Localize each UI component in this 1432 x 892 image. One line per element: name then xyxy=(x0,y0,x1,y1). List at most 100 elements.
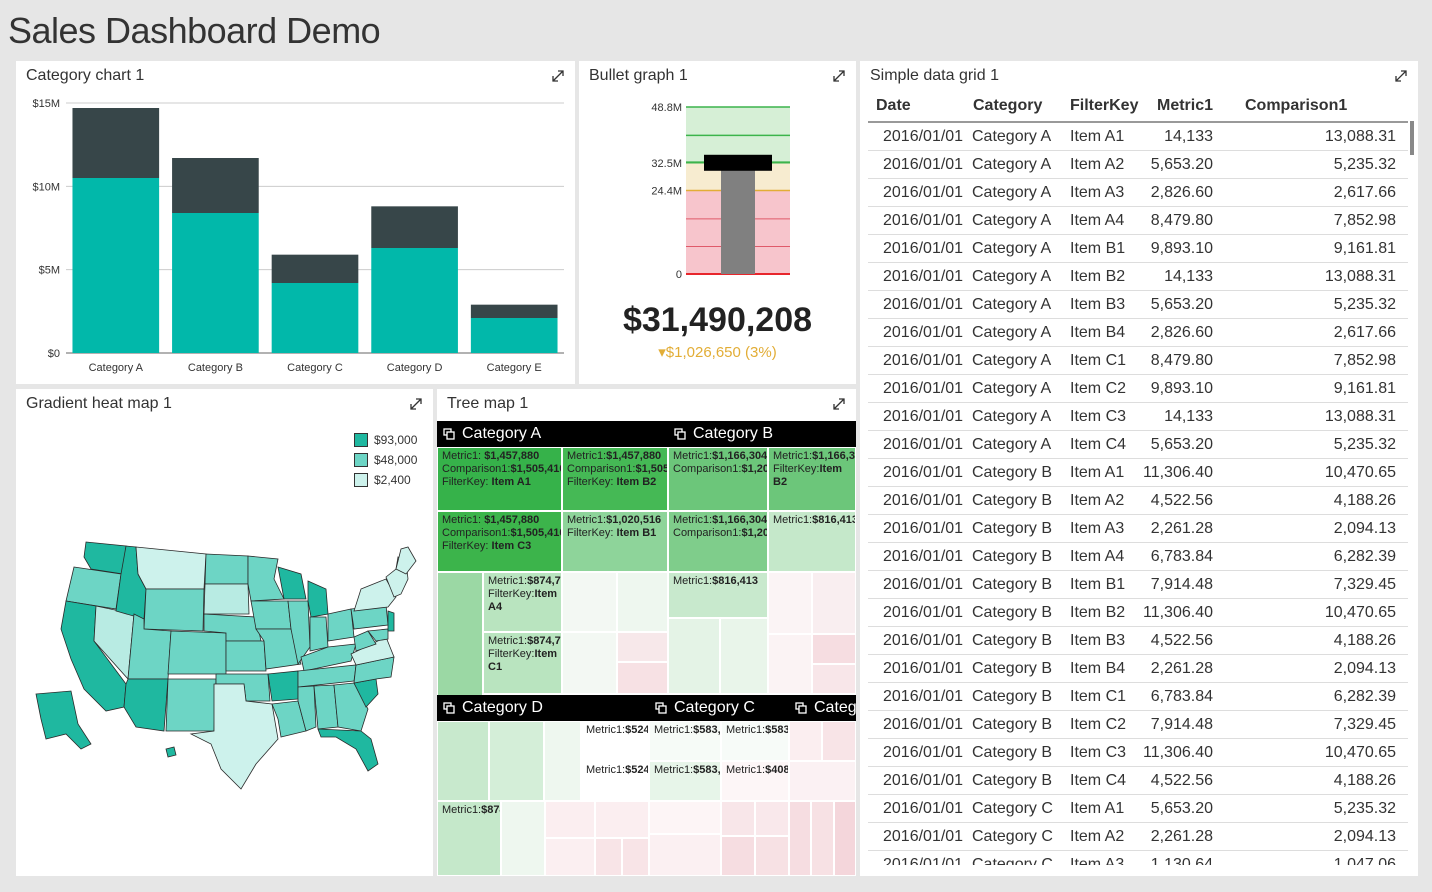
treemap-cell[interactable] xyxy=(721,836,755,876)
treemap-cell[interactable]: Metric1:$816,413 xyxy=(668,572,768,618)
treemap-cell[interactable]: Metric1: $1,457,880 Comparison1:$1,505,41… xyxy=(437,447,562,511)
table-row[interactable]: 2016/01/01 Category B Item A4 6,783.84 6,282… xyxy=(868,543,1408,571)
table-row[interactable]: 2016/01/01 Category C Item A1 5,653.20 5,235… xyxy=(868,795,1408,823)
treemap-cell[interactable] xyxy=(545,801,595,838)
treemap-cell[interactable] xyxy=(812,634,856,664)
treemap-cell[interactable]: Metric1:$1,020,516 FilterKey: Item B1 xyxy=(562,511,668,572)
treemap-cell[interactable]: Metric1:$874,728FilterKey:Item A4 xyxy=(483,572,562,632)
table-row[interactable]: 2016/01/01 Category A Item C4 5,653.20 5,235… xyxy=(868,431,1408,459)
table-row[interactable]: 2016/01/01 Category B Item C4 4,522.56 4,188… xyxy=(868,767,1408,795)
treemap-group-category-d[interactable]: Category D xyxy=(437,695,649,721)
treemap-cell[interactable]: Metric1:$1,457,880Comparison1:$1,505,410… xyxy=(562,447,668,511)
treemap-cell[interactable]: Metric1:$1,166,304Comparison1:$1,204,328 xyxy=(668,447,768,511)
treemap-group-category-c[interactable]: Category C xyxy=(649,695,789,721)
scrollbar[interactable] xyxy=(1410,121,1414,155)
treemap-cell[interactable]: Metric1:$874,728FilterKey:Item C1 xyxy=(483,632,562,694)
treemap-cell[interactable]: Metric1:$583,152 xyxy=(649,761,721,801)
treemap-cell[interactable]: Metric1:$583,152 xyxy=(721,721,789,761)
treemap-cell[interactable] xyxy=(489,721,544,801)
treemap-cell[interactable] xyxy=(834,801,856,876)
treemap-cell[interactable] xyxy=(720,618,768,694)
treemap-cell[interactable] xyxy=(544,721,581,801)
treemap-cell[interactable] xyxy=(811,801,834,876)
treemap-cell[interactable] xyxy=(437,721,489,801)
treemap-cell[interactable]: Metric1:$874,728 xyxy=(437,801,501,876)
cell-metric1: 5,653.20 xyxy=(1150,436,1213,453)
treemap-group-category-a[interactable]: Category A xyxy=(437,421,668,447)
table-row[interactable]: 2016/01/01 Category A Item C3 14,133 13,088.… xyxy=(868,403,1408,431)
table-row[interactable]: 2016/01/01 Category A Item B2 14,133 13,088.… xyxy=(868,263,1408,291)
table-row[interactable]: 2016/01/01 Category A Item A4 8,479.80 7,852… xyxy=(868,207,1408,235)
treemap-cell[interactable] xyxy=(562,632,617,694)
treemap-cell[interactable]: Metric1:$524,837 xyxy=(581,761,649,801)
treemap-cell[interactable] xyxy=(768,634,812,694)
table-row[interactable]: 2016/01/01 Category A Item B4 2,826.60 2,617… xyxy=(868,319,1408,347)
table-row[interactable]: 2016/01/01 Category B Item C1 6,783.84 6,282… xyxy=(868,683,1408,711)
table-row[interactable]: 2016/01/01 Category B Item B4 2,261.28 2,094… xyxy=(868,655,1408,683)
treemap-cell[interactable]: Metric1:$1,166,304FilterKey:Item B2 xyxy=(768,447,856,511)
cell-date: 2016/01/01 xyxy=(883,268,964,285)
table-row[interactable]: 2016/01/01 Category B Item C3 11,306.40 10,4… xyxy=(868,739,1408,767)
treemap-cell[interactable] xyxy=(545,838,595,876)
treemap-cell[interactable] xyxy=(617,572,668,632)
treemap-cell[interactable] xyxy=(595,838,622,876)
treemap-cell[interactable] xyxy=(595,801,649,838)
expand-icon[interactable] xyxy=(832,397,846,411)
treemap-cell[interactable] xyxy=(649,801,721,834)
treemap-cell[interactable] xyxy=(822,721,856,761)
table-row[interactable]: 2016/01/01 Category B Item A3 2,261.28 2,094… xyxy=(868,515,1408,543)
treemap-cell[interactable] xyxy=(812,664,856,694)
grid-body[interactable]: 2016/01/01 Category A Item A1 14,133 13,088.… xyxy=(868,121,1408,865)
treemap-cell[interactable]: Metric1:$583,152 xyxy=(649,721,721,761)
table-row[interactable]: 2016/01/01 Category B Item C2 7,914.48 7,329… xyxy=(868,711,1408,739)
treemap[interactable]: Category A Category B Metric1: $1,457,880 C… xyxy=(437,421,856,876)
table-row[interactable]: 2016/01/01 Category A Item A3 2,826.60 2,617… xyxy=(868,179,1408,207)
treemap-cell[interactable]: Metric1:$816,413 xyxy=(768,511,856,572)
table-row[interactable]: 2016/01/01 Category B Item B1 7,914.48 7,329… xyxy=(868,571,1408,599)
table-row[interactable]: 2016/01/01 Category A Item A1 14,133 13,088.… xyxy=(868,123,1408,151)
cell-date: 2016/01/01 xyxy=(883,772,964,789)
treemap-cell[interactable] xyxy=(617,632,668,662)
table-row[interactable]: 2016/01/01 Category A Item A2 5,653.20 5,235… xyxy=(868,151,1408,179)
treemap-cell[interactable]: Metric1:$524,837 xyxy=(581,721,649,761)
treemap-cell[interactable] xyxy=(649,834,721,876)
table-row[interactable]: 2016/01/01 Category C Item A3 1,130.64 1,047… xyxy=(868,851,1408,865)
treemap-cell[interactable]: Metric1: $1,457,880 Comparison1:$1,505,41… xyxy=(437,511,562,572)
treemap-cell[interactable] xyxy=(812,572,856,634)
cell-value: $1,457,880 xyxy=(484,514,540,526)
cell-filterkey: Item A2 xyxy=(1070,828,1125,845)
expand-icon[interactable] xyxy=(1394,69,1408,83)
treemap-cell[interactable] xyxy=(622,838,649,876)
treemap-group-category-b[interactable]: Category B xyxy=(668,421,856,447)
treemap-cell[interactable] xyxy=(755,836,789,876)
table-row[interactable]: 2016/01/01 Category A Item C1 8,479.80 7,852… xyxy=(868,347,1408,375)
treemap-cell[interactable] xyxy=(789,761,856,801)
table-row[interactable]: 2016/01/01 Category A Item B3 5,653.20 5,235… xyxy=(868,291,1408,319)
treemap-cell[interactable] xyxy=(668,618,720,694)
table-row[interactable]: 2016/01/01 Category C Item A2 2,261.28 2,094… xyxy=(868,823,1408,851)
us-map[interactable] xyxy=(16,389,433,876)
table-row[interactable]: 2016/01/01 Category B Item A2 4,522.56 4,188… xyxy=(868,487,1408,515)
header-metric1[interactable]: Metric1 xyxy=(1157,97,1213,115)
header-category[interactable]: Category xyxy=(973,97,1042,115)
treemap-cell[interactable]: Metric1:$408,206 xyxy=(721,761,789,801)
table-row[interactable]: 2016/01/01 Category A Item B1 9,893.10 9,161… xyxy=(868,235,1408,263)
treemap-cell[interactable] xyxy=(768,572,812,634)
header-filterkey[interactable]: FilterKey xyxy=(1070,97,1138,115)
treemap-cell[interactable] xyxy=(562,572,617,632)
treemap-cell[interactable] xyxy=(789,801,811,876)
cell-label: Comparison1: xyxy=(442,527,511,539)
table-row[interactable]: 2016/01/01 Category B Item B2 11,306.40 10,4… xyxy=(868,599,1408,627)
treemap-cell[interactable] xyxy=(617,662,668,694)
treemap-group-category-e[interactable]: Categ xyxy=(789,695,856,721)
table-row[interactable]: 2016/01/01 Category A Item C2 9,893.10 9,161… xyxy=(868,375,1408,403)
treemap-cell[interactable] xyxy=(721,801,755,836)
header-comparison1[interactable]: Comparison1 xyxy=(1245,97,1347,115)
header-date[interactable]: Date xyxy=(876,97,911,115)
treemap-cell[interactable] xyxy=(501,801,545,876)
table-row[interactable]: 2016/01/01 Category B Item B3 4,522.56 4,188… xyxy=(868,627,1408,655)
table-row[interactable]: 2016/01/01 Category B Item A1 11,306.40 10,4… xyxy=(868,459,1408,487)
treemap-cell[interactable]: Metric1:$1,166,304Comparison1:$1,204,328 xyxy=(668,511,768,572)
treemap-cell[interactable] xyxy=(789,721,822,761)
treemap-cell[interactable] xyxy=(755,801,789,836)
